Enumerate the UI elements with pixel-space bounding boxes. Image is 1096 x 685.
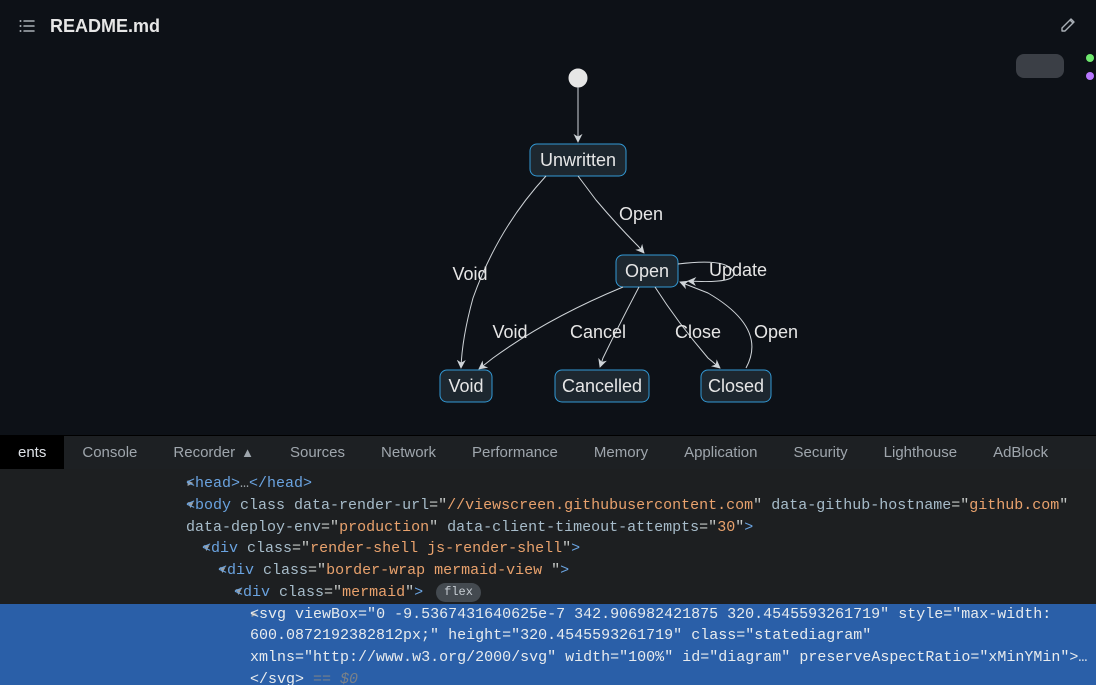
file-title: README.md <box>50 16 160 37</box>
edge-unwritten-open-label: Open <box>619 204 663 224</box>
tab-recorder[interactable]: Recorder ▲ <box>155 436 272 469</box>
tab-lighthouse-label: Lighthouse <box>884 444 957 461</box>
tab-adblock[interactable]: AdBlock <box>975 436 1066 469</box>
edge-open-close-label: Close <box>675 322 721 342</box>
devtools-tabbar: ents Console Recorder ▲ Sources Network P… <box>0 435 1096 469</box>
state-cancelled-label: Cancelled <box>562 376 642 396</box>
dom-node-svg-selected[interactable]: ▸ <svg viewBox="0 -9.5367431640625e-7 34… <box>0 604 1096 685</box>
dom-node-border-wrap[interactable]: ▾ <div class="border-wrap mermaid-view "… <box>0 560 1096 582</box>
green-dot-icon <box>1086 54 1094 62</box>
tab-performance-label: Performance <box>472 444 558 461</box>
tab-security[interactable]: Security <box>775 436 865 469</box>
flex-badge[interactable]: flex <box>436 583 481 602</box>
tab-performance[interactable]: Performance <box>454 436 576 469</box>
tab-memory-label: Memory <box>594 444 648 461</box>
tab-console-label: Console <box>82 444 137 461</box>
toc-icon[interactable] <box>18 17 36 35</box>
edge-unwritten-void-label: Void <box>452 264 487 284</box>
state-unwritten-label: Unwritten <box>540 150 616 170</box>
devtools-panel: ents Console Recorder ▲ Sources Network P… <box>0 435 1096 685</box>
markdown-preview: Unwritten Open Void Open Update Void Can… <box>0 52 1096 435</box>
edge-closed-reopen-label: Open <box>754 322 798 342</box>
tab-sources-label: Sources <box>290 444 345 461</box>
tab-lighthouse[interactable]: Lighthouse <box>866 436 975 469</box>
tab-adblock-label: AdBlock <box>993 444 1048 461</box>
pencil-icon[interactable] <box>1060 15 1078 38</box>
tab-network-label: Network <box>381 444 436 461</box>
state-open-label: Open <box>625 261 669 281</box>
tab-application[interactable]: Application <box>666 436 775 469</box>
warning-icon: ▲ <box>241 445 254 460</box>
mermaid-state-diagram: Unwritten Open Void Open Update Void Can… <box>248 58 848 418</box>
tab-elements-label: ents <box>18 444 46 461</box>
preview-toolbar-pill[interactable] <box>1016 54 1064 78</box>
tab-console[interactable]: Console <box>64 436 155 469</box>
tab-sources[interactable]: Sources <box>272 436 363 469</box>
purple-dot-icon <box>1086 72 1094 80</box>
dom-node-body[interactable]: ▾ <body class data-render-url="//viewscr… <box>0 495 1096 539</box>
edge-open-void-label: Void <box>492 322 527 342</box>
tab-memory[interactable]: Memory <box>576 436 666 469</box>
window-controls-remnant <box>1086 54 1094 80</box>
file-header: README.md <box>0 0 1096 52</box>
start-node-icon <box>569 69 587 87</box>
state-closed-label: Closed <box>708 376 764 396</box>
tab-application-label: Application <box>684 444 757 461</box>
dom-node-mermaid[interactable]: ▾ <div class="mermaid"> flex <box>0 582 1096 604</box>
elements-dom-tree[interactable]: ▸ <head>…</head> ▾ <body class data-rend… <box>0 469 1096 685</box>
tab-network[interactable]: Network <box>363 436 454 469</box>
edge-open-update-label: Update <box>709 260 767 280</box>
tab-recorder-label: Recorder <box>173 444 235 461</box>
edge-open-cancel-label: Cancel <box>570 322 626 342</box>
tab-security-label: Security <box>793 444 847 461</box>
dom-node-render-shell[interactable]: ▾ <div class="render-shell js-render-she… <box>0 538 1096 560</box>
state-void-label: Void <box>448 376 483 396</box>
dom-node-head[interactable]: ▸ <head>…</head> <box>0 473 1096 495</box>
tab-elements[interactable]: ents <box>0 436 64 469</box>
